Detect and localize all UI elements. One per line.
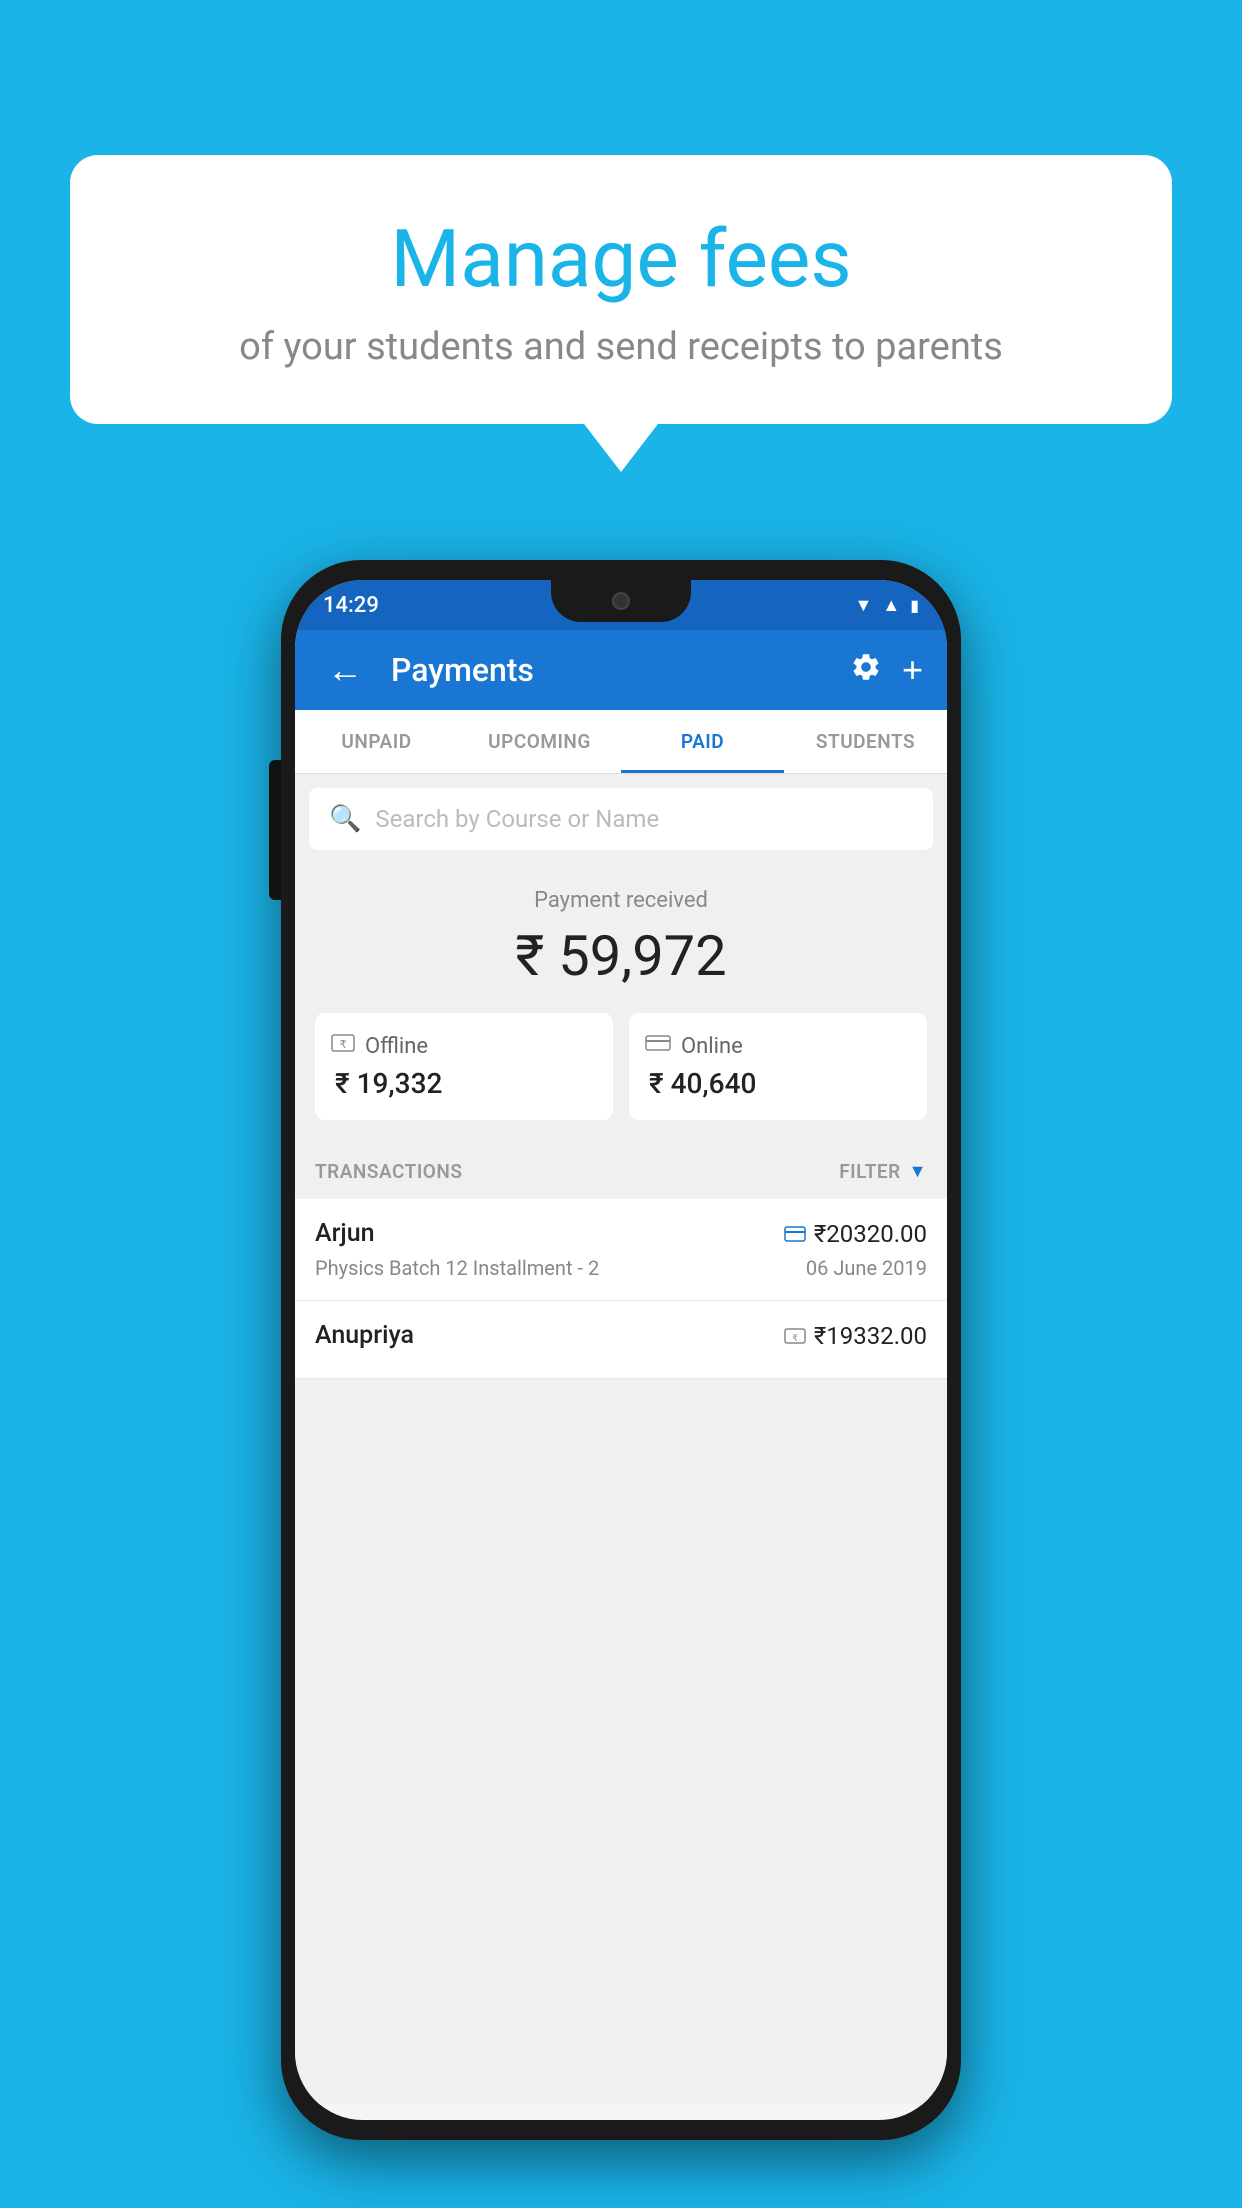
settings-button[interactable] — [850, 651, 882, 690]
content-area: 🔍 Search by Course or Name Payment recei… — [295, 774, 947, 2104]
transaction-amount: ₹20320.00 — [814, 1220, 927, 1248]
tabs-container: UNPAID UPCOMING PAID STUDENTS — [295, 710, 947, 774]
app-bar-title: Payments — [391, 651, 830, 689]
transaction-detail: Physics Batch 12 Installment - 2 — [315, 1256, 599, 1280]
transaction-name: Arjun — [315, 1219, 375, 1248]
payment-total-amount: ₹ 59,972 — [315, 923, 927, 989]
tab-students[interactable]: STUDENTS — [784, 710, 947, 773]
tab-unpaid[interactable]: UNPAID — [295, 710, 458, 773]
transaction-item[interactable]: Anupriya ₹ ₹19332.00 — [295, 1301, 947, 1379]
offline-amount: ₹ 19,332 — [331, 1067, 442, 1100]
phone-notch — [551, 580, 691, 622]
payment-section: Payment received ₹ 59,972 ₹ — [295, 864, 947, 1140]
search-placeholder-text[interactable]: Search by Course or Name — [375, 805, 659, 833]
app-bar-actions: + — [850, 649, 923, 691]
search-icon: 🔍 — [329, 804, 361, 834]
transaction-amount: ₹19332.00 — [814, 1322, 927, 1350]
filter-button[interactable]: FILTER ▼ — [839, 1160, 927, 1183]
transaction-row-1: Arjun ₹20320.00 — [315, 1219, 927, 1248]
status-time: 14:29 — [323, 593, 379, 618]
search-bar-container: 🔍 Search by Course or Name — [309, 788, 933, 850]
camera-dot — [612, 592, 630, 610]
transaction-date: 06 June 2019 — [806, 1256, 927, 1280]
signal-icon: ▲ — [882, 595, 900, 616]
svg-text:₹: ₹ — [792, 1333, 798, 1343]
transaction-name: Anupriya — [315, 1321, 414, 1350]
offline-card-header: ₹ Offline — [331, 1033, 428, 1059]
payment-received-label: Payment received — [315, 888, 927, 913]
offline-label: Offline — [365, 1034, 428, 1059]
payment-cards: ₹ Offline ₹ 19,332 — [315, 1013, 927, 1120]
battery-icon: ▮ — [910, 596, 919, 615]
cash-payment-icon: ₹ — [784, 1328, 806, 1344]
online-icon — [645, 1033, 671, 1059]
wifi-icon: ▼ — [855, 595, 873, 616]
phone-container: 14:29 ▼ ▲ ▮ ← Payments + UNPAID — [281, 560, 961, 2140]
add-button[interactable]: + — [902, 649, 923, 691]
transaction-amount-wrap: ₹20320.00 — [784, 1220, 927, 1248]
transaction-amount-wrap: ₹ ₹19332.00 — [784, 1322, 927, 1350]
tab-upcoming[interactable]: UPCOMING — [458, 710, 621, 773]
status-icons: ▼ ▲ ▮ — [855, 595, 919, 616]
online-card: Online ₹ 40,640 — [629, 1013, 927, 1120]
online-amount: ₹ 40,640 — [645, 1067, 756, 1100]
svg-text:₹: ₹ — [340, 1039, 347, 1051]
filter-label: FILTER — [839, 1160, 900, 1183]
gear-icon — [850, 651, 882, 683]
transactions-header: TRANSACTIONS FILTER ▼ — [295, 1140, 947, 1199]
transactions-label: TRANSACTIONS — [315, 1160, 462, 1183]
speech-bubble: Manage fees of your students and send re… — [70, 155, 1172, 424]
offline-card: ₹ Offline ₹ 19,332 — [315, 1013, 613, 1120]
transaction-item[interactable]: Arjun ₹20320.00 Physics Batch 12 Install… — [295, 1199, 947, 1301]
bubble-subtitle: of your students and send receipts to pa… — [120, 325, 1122, 369]
card-payment-icon — [784, 1226, 806, 1242]
offline-icon: ₹ — [331, 1033, 355, 1059]
app-bar: ← Payments + — [295, 630, 947, 710]
tab-paid[interactable]: PAID — [621, 710, 784, 773]
phone-screen: 14:29 ▼ ▲ ▮ ← Payments + UNPAID — [295, 580, 947, 2120]
transaction-row-1: Anupriya ₹ ₹19332.00 — [315, 1321, 927, 1350]
back-button[interactable]: ← — [319, 641, 371, 699]
online-card-header: Online — [645, 1033, 743, 1059]
online-label: Online — [681, 1034, 743, 1059]
transaction-row-2: Physics Batch 12 Installment - 2 06 June… — [315, 1256, 927, 1280]
filter-icon: ▼ — [909, 1161, 927, 1182]
bubble-title: Manage fees — [120, 215, 1122, 303]
